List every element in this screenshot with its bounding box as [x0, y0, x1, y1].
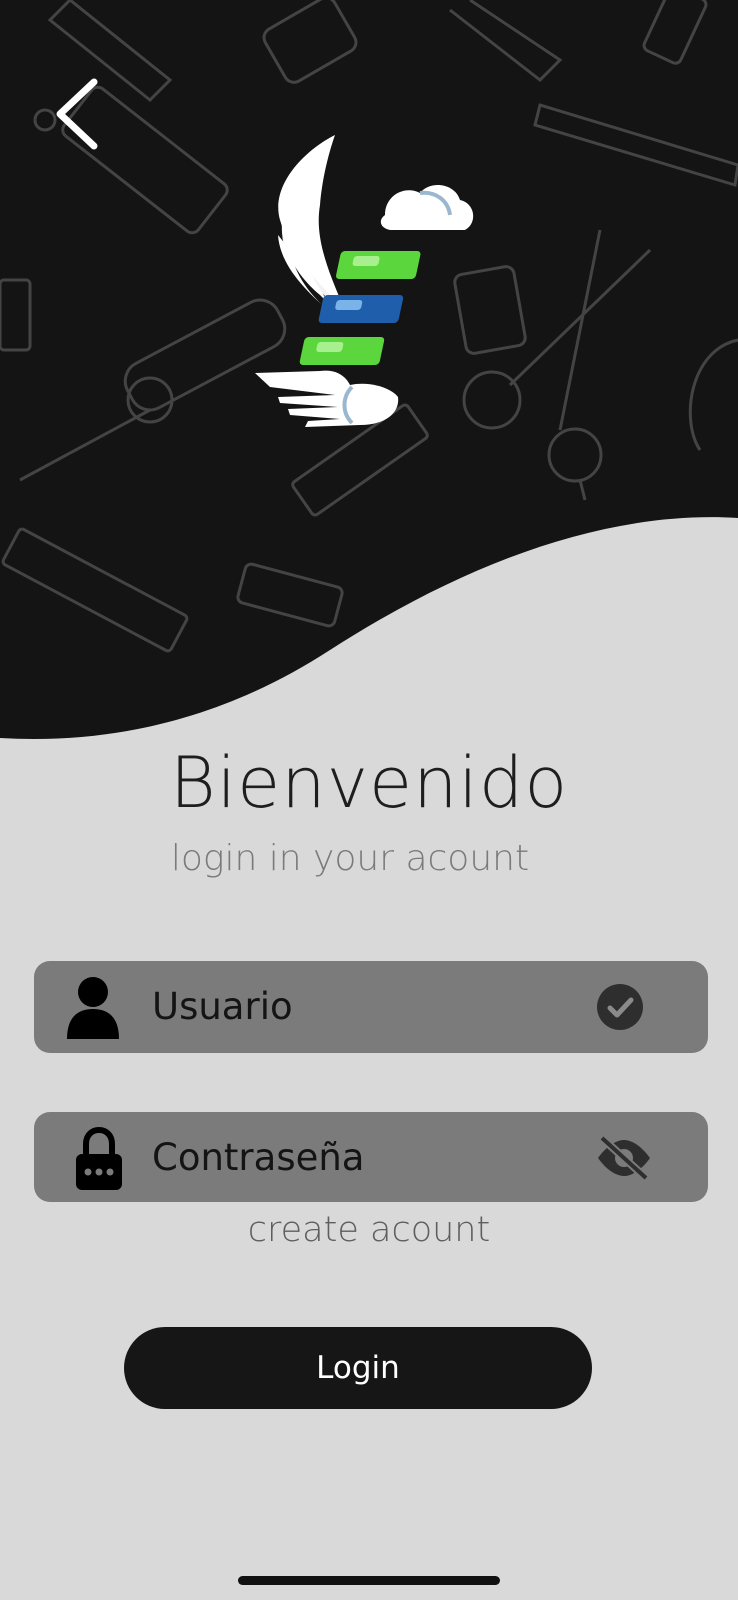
eye-off-icon[interactable]	[596, 1134, 652, 1182]
login-button[interactable]: Login	[124, 1327, 592, 1409]
create-account-link[interactable]: create acount	[0, 1210, 738, 1250]
password-label: Contraseña	[152, 1136, 365, 1179]
welcome-subtitle: login in your acount	[170, 838, 530, 879]
username-label: Usuario	[152, 985, 293, 1028]
home-indicator	[238, 1576, 500, 1585]
check-circle-icon	[596, 983, 652, 1031]
username-field[interactable]: Usuario	[34, 961, 708, 1053]
chevron-left-icon	[56, 78, 98, 150]
app-logo	[250, 125, 490, 445]
password-field[interactable]: Contraseña	[34, 1112, 708, 1202]
barber-wings-logo	[255, 135, 474, 427]
user-icon	[64, 975, 130, 1041]
back-button[interactable]	[48, 74, 108, 154]
lock-icon	[64, 1126, 130, 1192]
welcome-title: Bienvenido	[169, 742, 569, 824]
